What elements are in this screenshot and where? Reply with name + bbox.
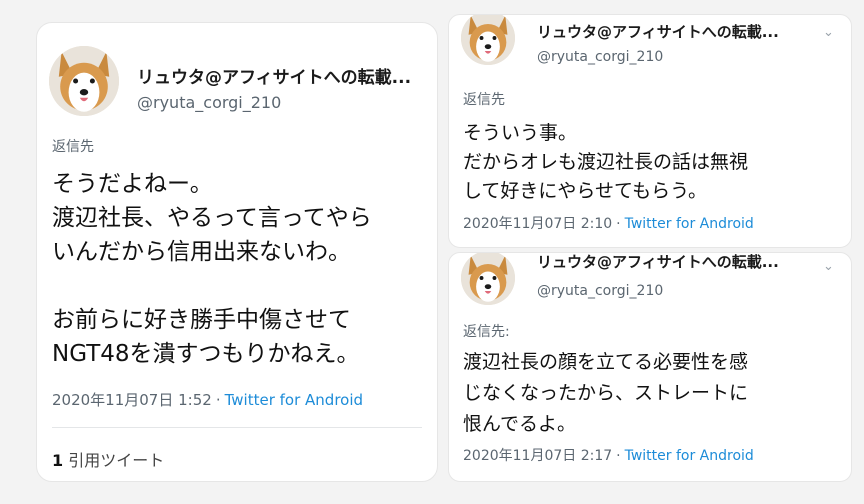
timestamp[interactable]: 2020年11月07日 2:17 xyxy=(463,448,612,464)
chevron-down-icon[interactable]: ⌄ xyxy=(823,25,834,40)
quote-tweets-link[interactable]: 1 引用ツイート xyxy=(52,447,164,471)
tweet-line: そういう事。 xyxy=(463,122,578,144)
tweet-line: NGT48を潰すつもりかねえ。 xyxy=(52,341,360,367)
tweet-line: じなくなったから、ストレートに xyxy=(463,382,749,404)
tweet-meta: 2020年11月07日 1:52 · Twitter for Android xyxy=(52,389,363,410)
meta-separator: · xyxy=(616,448,621,464)
reply-to-label: 返信先: xyxy=(463,324,510,340)
tweet-line xyxy=(52,269,372,303)
tweet-line: お前らに好き勝手中傷させて xyxy=(52,307,351,333)
reply-to-label: 返信先 xyxy=(52,139,94,155)
tweet-card-1[interactable]: リュウタ@アフィサイトへの転載... @ryuta_corgi_210 返信先 … xyxy=(36,22,438,482)
tweet-line: だからオレも渡辺社長の話は無視 xyxy=(463,151,749,173)
tweet-card-2[interactable]: リュウタ@アフィサイトへの転載... @ryuta_corgi_210 ⌄ 返信… xyxy=(448,14,852,248)
tweet-meta: 2020年11月07日 2:10 · Twitter for Android xyxy=(463,213,754,233)
chevron-down-icon[interactable]: ⌄ xyxy=(823,259,834,274)
tweet-line: 渡辺社長の顔を立てる必要性を感 xyxy=(463,351,749,373)
meta-separator: · xyxy=(616,216,621,232)
user-handle[interactable]: @ryuta_corgi_210 xyxy=(537,49,663,65)
tweet-body: 渡辺社長の顔を立てる必要性を感 じなくなったから、ストレートに 恨んでるよ。 xyxy=(463,347,748,440)
tweet-line: して好きにやらせてもらう。 xyxy=(463,180,707,202)
avatar[interactable] xyxy=(49,46,119,116)
display-name[interactable]: リュウタ@アフィサイトへの転載... xyxy=(537,21,779,42)
tweet-line: そうだよねー。 xyxy=(52,171,213,197)
tweet-body: そういう事。 だからオレも渡辺社長の話は無視 して好きにやらせてもらう。 xyxy=(463,119,748,206)
avatar[interactable] xyxy=(461,253,515,305)
tweet-line: 恨んでるよ。 xyxy=(463,413,577,435)
corgi-avatar-icon xyxy=(461,15,515,65)
tweet-line: いんだから信用出来ないわ。 xyxy=(52,239,351,265)
meta-separator: · xyxy=(215,391,221,409)
tweet-meta: 2020年11月07日 2:17 · Twitter for Android xyxy=(463,445,754,465)
tweet-card-3[interactable]: リュウタ@アフィサイトへの転載... @ryuta_corgi_210 ⌄ 返信… xyxy=(448,252,852,482)
corgi-avatar-icon xyxy=(461,253,515,305)
timestamp[interactable]: 2020年11月07日 2:10 xyxy=(463,216,612,232)
source-link[interactable]: Twitter for Android xyxy=(225,391,363,409)
corgi-avatar-icon xyxy=(49,46,119,116)
tweet-body: そうだよねー。 渡辺社長、やるって言ってやら いんだから信用出来ないわ。 お前ら… xyxy=(52,167,372,371)
user-handle[interactable]: @ryuta_corgi_210 xyxy=(537,283,663,299)
user-handle[interactable]: @ryuta_corgi_210 xyxy=(137,93,281,112)
timestamp[interactable]: 2020年11月07日 1:52 xyxy=(52,391,212,409)
reply-to-label: 返信先 xyxy=(463,92,505,108)
avatar[interactable] xyxy=(461,15,515,65)
display-name[interactable]: リュウタ@アフィサイトへの転載... xyxy=(137,63,411,88)
tweet-line: 渡辺社長、やるって言ってやら xyxy=(52,205,372,231)
source-link[interactable]: Twitter for Android xyxy=(625,448,754,464)
display-name[interactable]: リュウタ@アフィサイトへの転載... xyxy=(537,253,779,272)
divider xyxy=(52,427,422,428)
source-link[interactable]: Twitter for Android xyxy=(625,216,754,232)
quote-label: 引用ツイート xyxy=(68,451,165,470)
quote-count: 1 xyxy=(52,451,64,470)
